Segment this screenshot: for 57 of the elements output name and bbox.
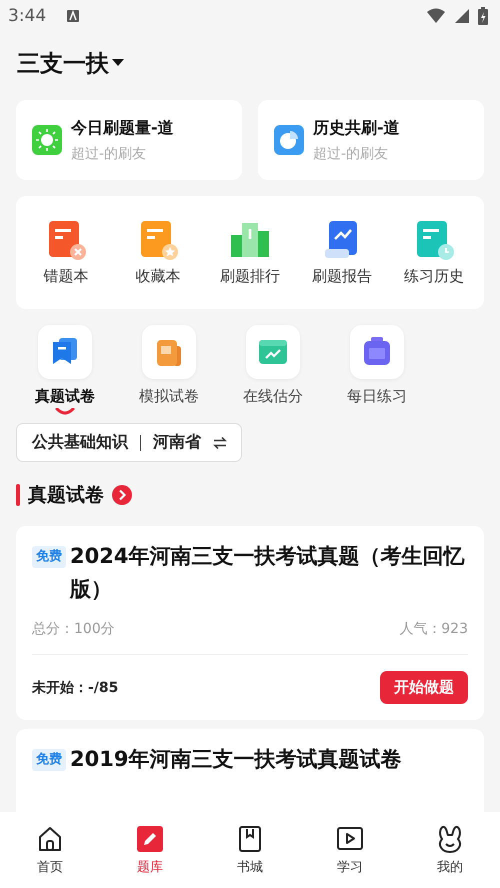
bunny-face-icon [436,824,464,852]
section-title: 真题试卷 [28,483,104,508]
nav-tab[interactable]: 学习 [320,824,380,876]
tool-item[interactable]: 收藏本 [113,219,203,286]
free-badge: 免费 [32,546,66,568]
dropdown-caret-icon [112,59,124,67]
battery-icon [478,7,488,25]
signal-icon [454,8,470,24]
notification-icon [66,9,80,23]
paper-card[interactable]: 免费 2024年河南三支一扶考试真题（考生回忆版） 总分：100分 人气：923 未开始：-/85 开始做题 [16,526,484,720]
play-icon [336,824,364,852]
nav-tab[interactable]: 首页 [20,824,80,876]
wifi-icon [426,8,446,24]
category-tab[interactable]: 真题试卷 [20,325,110,417]
filter-selector[interactable]: 公共基础知识 河南省 [16,423,242,462]
paper-title: 2024年河南三支一扶考试真题（考生回忆版） [70,543,466,603]
subject-label: 公共基础知识 [32,432,128,453]
category-tab[interactable]: 在线估分 [228,325,318,417]
app-title: 三支一扶 [17,50,109,78]
paper-title: 2019年河南三支一扶考试真题试卷 [70,746,402,773]
category-tab[interactable]: 每日练习 [332,325,422,417]
nav-tab[interactable]: 我的 [420,824,480,876]
progress-text: 未开始：-/85 [32,678,118,696]
book-icon [236,824,264,852]
region-label: 河南省 [153,432,201,453]
stat-subtext: 超过-的刷友 [313,144,390,162]
tool-item[interactable]: 练习历史 [389,219,479,286]
pie-chart-icon [274,125,304,155]
category-tab[interactable]: 模拟试卷 [124,325,214,417]
tool-label: 错题本 [44,267,88,286]
sun-icon [32,125,62,155]
tool-item[interactable]: 刷题排行 [205,219,295,286]
stat-card[interactable]: 历史共刷-道 超过-的刷友 [258,100,484,180]
home-icon [36,824,64,852]
stat-label: 今日刷题量-道 [71,118,174,138]
total-score: 总分：100分 [32,620,115,638]
status-time: 3:44 [8,6,46,26]
nav-tab[interactable]: 书城 [220,824,280,876]
tool-label: 收藏本 [136,267,180,286]
tool-label: 刷题排行 [220,267,280,286]
tool-item[interactable]: 刷题报告 [297,219,387,286]
tool-item[interactable]: 错题本 [21,219,111,286]
paper-card[interactable]: 免费 2019年河南三支一扶考试真题试卷 [16,729,484,812]
tool-label: 刷题报告 [312,267,372,286]
stat-card[interactable]: 今日刷题量-道 超过-的刷友 [16,100,242,180]
popularity: 人气：923 [399,620,468,638]
tool-label: 练习历史 [404,267,464,286]
start-button[interactable]: 开始做题 [380,671,468,704]
switch-icon [213,436,227,448]
selected-indicator-icon [55,408,75,415]
free-badge: 免费 [32,749,66,771]
stat-subtext: 超过-的刷友 [71,144,148,162]
chevron-right-icon [112,485,132,505]
section-marker [16,484,20,506]
pencil-icon [136,824,164,852]
stat-label: 历史共刷-道 [313,118,400,138]
nav-tab[interactable]: 题库 [120,824,180,876]
